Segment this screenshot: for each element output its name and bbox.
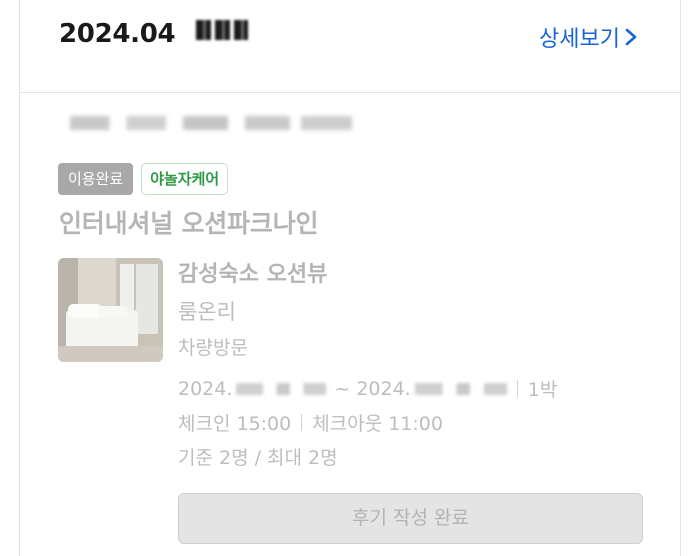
- visit-method: 차량방문: [178, 337, 248, 359]
- reservation-card: 2024.04 상세보기 이용완료 야놀자케어 인터내셔널 오션파크나인 감성숙…: [19, 0, 681, 556]
- chevron-right-icon: [625, 28, 637, 46]
- hotel-name: 인터내셔널 오션파크나인: [59, 209, 319, 238]
- masked-start-date: [236, 382, 327, 395]
- capacity: 기준 2명 / 최대 2명: [178, 447, 338, 469]
- check-times: 체크인 15:00 체크아웃 11:00: [178, 409, 443, 436]
- room-photo: [58, 258, 163, 362]
- nights: 1박: [527, 379, 558, 401]
- review-complete-button[interactable]: 후기 작성 완료: [178, 493, 643, 544]
- detail-view-label: 상세보기: [539, 27, 620, 52]
- stay-dates: 2024. ~ 2024. 1박: [178, 375, 557, 402]
- card-header: 2024.04 상세보기: [20, 0, 680, 93]
- end-date-prefix: 2024.: [356, 377, 411, 400]
- checkout-time: 체크아웃 11:00: [312, 413, 443, 435]
- room-type: 룸온리: [178, 300, 236, 324]
- brand-badge: 야놀자케어: [141, 163, 229, 195]
- divider: [301, 414, 303, 431]
- divider: [516, 380, 518, 397]
- room-title: 감성숙소 오션뷰: [178, 262, 328, 287]
- detail-view-link[interactable]: 상세보기: [539, 21, 638, 53]
- masked-end-date: [414, 382, 507, 395]
- date-range-separator: ~: [334, 377, 351, 400]
- reservation-month: 2024.04: [59, 19, 176, 49]
- masked-date-detail: [196, 20, 248, 40]
- checkin-time: 체크인 15:00: [178, 413, 292, 435]
- start-date-prefix: 2024.: [178, 377, 233, 400]
- status-badge: 이용완료: [58, 163, 134, 195]
- badge-row: 이용완료 야놀자케어: [58, 163, 229, 195]
- masked-reservation-number: [70, 116, 352, 130]
- room-thumbnail[interactable]: [58, 258, 163, 362]
